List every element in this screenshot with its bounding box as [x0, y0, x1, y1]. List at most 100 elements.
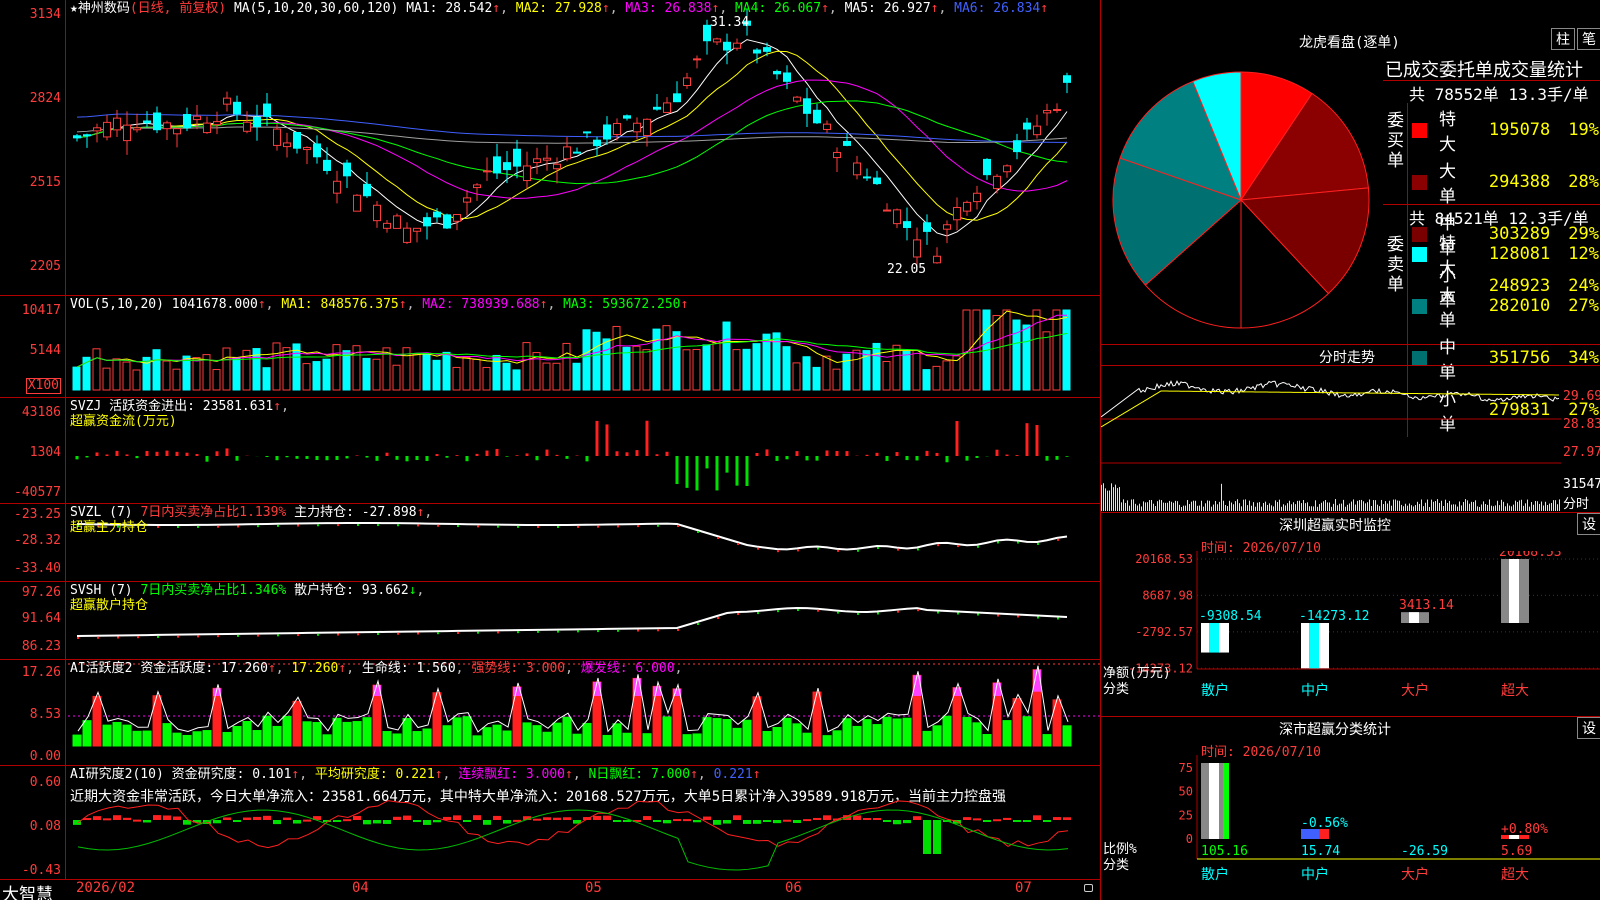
intraday-vol-bar [1553, 500, 1554, 511]
svzl-panel[interactable]: -23.25 -28.32 -33.40 SVZL (7) 7日内买卖净占比1.… [0, 504, 1100, 582]
svzj-panel[interactable]: 43186 1304 -40577 SVZJ 活跃资金进出: 23581.631… [0, 398, 1100, 504]
candlestick-chart[interactable] [68, 0, 1100, 296]
intraday-panel[interactable]: 分时走势 29.69 28.83 27.97 31547 分时 [1100, 345, 1600, 513]
intraday-vol-bar [1405, 503, 1406, 511]
classify-bar-chart[interactable]: 75 50 25 0 105.16 散户 -0.56% 15.74 中户 -26.59 大户 +0.8… [1101, 755, 1600, 900]
svsh-text1: 7日内买卖净占比1.346% [140, 583, 287, 598]
classify-stats-panel[interactable]: 深市超赢分类统计 设 时间: 2026/07/10 75 50 25 0 105.16 散… [1100, 717, 1600, 900]
line-dot [377, 524, 379, 527]
line-dot [337, 524, 339, 527]
intraday-vol-bar [1503, 501, 1504, 511]
flow-bar [315, 456, 319, 460]
intraday-vol-bar [1487, 504, 1488, 511]
candle-body [563, 146, 571, 160]
candle-body [363, 183, 371, 197]
candle-body [603, 124, 611, 140]
intraday-vol-bar [1207, 500, 1208, 511]
candle-body [113, 117, 121, 131]
bar-mode-button[interactable]: 柱 [1551, 28, 1575, 50]
activity-bar [302, 721, 312, 747]
line-dot [477, 525, 479, 528]
activity-bar [472, 735, 482, 747]
ai-activity-panel[interactable]: 17.26 8.53 0.00 AI活跃度2 资金活跃度: 17.260↑, 1… [0, 660, 1100, 766]
volume-panel[interactable]: 10417 5144 X100 VOL(5,10,20) 1041678.000… [0, 296, 1100, 398]
classify-bar-edge [1223, 763, 1229, 839]
line-dot [657, 629, 659, 632]
chart-mode[interactable]: (日线, 前复权) [130, 1, 226, 16]
legend-swatch [1410, 281, 1435, 331]
research-bar [793, 820, 801, 823]
candle-body [1003, 165, 1011, 173]
flow-bar [625, 452, 629, 456]
research-bar [673, 819, 681, 822]
candle-body [1043, 110, 1051, 114]
activity-bar [252, 730, 262, 747]
price-panel[interactable]: 3134 2824 2515 2205 ★神州数码(日线, 前复权) MA(5,… [0, 0, 1100, 296]
line-dot [697, 531, 699, 533]
line-dot [997, 541, 999, 544]
line-dot [417, 524, 419, 527]
candle-body [513, 148, 521, 167]
activity-bar [552, 722, 562, 747]
candle-body [443, 214, 451, 229]
research-bar [1063, 817, 1071, 820]
line-dot [817, 547, 819, 550]
volume-bar [492, 354, 501, 391]
classify-settings-button[interactable]: 设 [1577, 717, 1600, 739]
ai-research-chart[interactable] [68, 766, 1100, 880]
pie-chart[interactable] [1109, 64, 1373, 336]
candle-body [1013, 140, 1021, 153]
intraday-chart[interactable] [1101, 367, 1561, 511]
intraday-vol-bar [1105, 488, 1106, 511]
row-pct: 28% [1568, 172, 1599, 192]
research-bar [603, 815, 611, 820]
research-bar [983, 820, 991, 822]
svsh-label: SVSH (7) [70, 583, 133, 598]
lock-icon[interactable] [1084, 884, 1093, 892]
flow-bar [125, 454, 129, 456]
volume-bar [1042, 331, 1051, 391]
volume-bar [992, 315, 1001, 391]
activity-bar [602, 734, 612, 747]
line-dot [357, 524, 359, 527]
intraday-vol-bar [1239, 503, 1240, 511]
flow-bar [1025, 423, 1029, 456]
candle-body [973, 192, 981, 203]
research-bar [763, 820, 771, 822]
brand-logo[interactable]: 大智慧 [2, 880, 53, 900]
activity-bar [222, 731, 232, 747]
svsh-panel[interactable]: 97.26 91.64 86.23 SVSH (7) 7日内买卖净占比1.346… [0, 582, 1100, 660]
ma4-value: 26.067 [774, 1, 822, 16]
activity-bar [72, 734, 82, 747]
flow-bar [865, 454, 869, 456]
volume-bar [662, 325, 671, 391]
intraday-vol-bar [1433, 501, 1434, 511]
ai1-t2: 17.260 [291, 661, 339, 676]
ai2-header: AI研究度2(10) 资金研究度: 0.101↑, 平均研究度: 0.221↑,… [70, 767, 761, 782]
stock-name[interactable]: 神州数码 [78, 1, 130, 16]
classify-category: 散户 [1201, 866, 1229, 883]
star-icon[interactable]: ★ [70, 1, 78, 16]
activity-bar [262, 715, 272, 747]
svsh-text2: 散户持仓: 93.662 [294, 583, 409, 598]
monitor-settings-button[interactable]: 设 [1577, 513, 1600, 535]
candle-body [233, 101, 241, 115]
monitor-ylabel: 净额(万元) [1103, 666, 1171, 681]
candle-body [103, 121, 111, 138]
candle-body [813, 109, 821, 124]
intraday-vol-bar [1359, 500, 1360, 511]
tick-mode-button[interactable]: 笔 [1577, 28, 1600, 50]
research-bar [1033, 815, 1041, 820]
time-axis: 大智慧 2026/02 04 05 06 07 [0, 880, 1100, 900]
volume-bar [802, 356, 811, 391]
volume-bar [182, 355, 191, 391]
candle-body [553, 163, 561, 170]
flow-bar [215, 451, 219, 456]
intraday-vol-bar [1287, 503, 1288, 511]
research-bar [713, 820, 721, 825]
ai-research-panel[interactable]: 0.60 0.08 -0.43 AI研究度2(10) 资金研究度: 0.101↑… [0, 766, 1100, 880]
monitor-bar-label: -14273.12 [1299, 609, 1369, 624]
monitor-bar-chart[interactable]: 20168.53 8687.98 -2792.57 -14273.12 -9308.54… [1101, 551, 1600, 717]
realtime-monitor-panel[interactable]: 深圳超赢实时监控 设 时间: 2026/07/10 20168.53 8687.9… [1100, 513, 1600, 717]
ai1-label: AI活跃度2 [70, 661, 133, 676]
